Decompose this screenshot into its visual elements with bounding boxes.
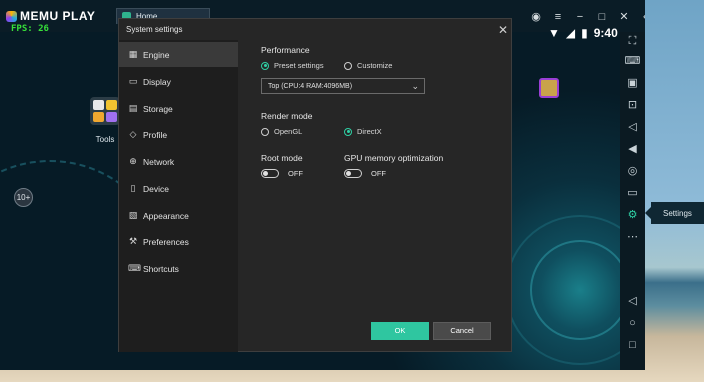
toggle-off-icon <box>344 169 362 178</box>
home-circle-icon[interactable]: ○ <box>620 314 645 332</box>
toggle-off-icon <box>261 169 279 178</box>
sidebar-item-preferences[interactable]: ⚒ Preferences <box>119 229 238 254</box>
recents-icon[interactable]: □ <box>620 336 645 354</box>
memu-logo-icon <box>6 10 17 22</box>
sidebar-item-device[interactable]: ▯ Device <box>119 176 238 201</box>
sidebar-item-label: Network <box>143 157 175 167</box>
sidebar-item-label: Storage <box>143 104 173 114</box>
ok-button[interactable]: OK <box>371 322 429 340</box>
sidebar-item-storage[interactable]: ▤ Storage <box>119 96 238 121</box>
keyboard-icon: ⌨ <box>128 263 141 273</box>
globe-icon: ⊕ <box>129 156 137 166</box>
performance-preset-select[interactable]: Top (CPU:4 RAM:4096MB) ⌄ <box>261 78 425 94</box>
multi-instance-icon[interactable]: ▣ <box>620 74 645 92</box>
radio-opengl[interactable]: OpenGL <box>261 127 302 136</box>
notification-badge[interactable]: 10+ <box>14 188 33 207</box>
storage-icon: ▤ <box>128 103 138 113</box>
maximize-icon[interactable]: □ <box>596 11 608 23</box>
radio-label: Customize <box>357 61 393 70</box>
radio-unchecked-icon <box>261 127 269 136</box>
volume-down-icon[interactable]: ◁ <box>620 118 645 136</box>
fullscreen-icon[interactable]: ⛶ <box>620 32 645 50</box>
dialog-close-icon[interactable]: ✕ <box>498 23 508 37</box>
sidebar-item-label: Engine <box>143 50 170 60</box>
more-icon[interactable]: ⋯ <box>620 228 645 246</box>
keyboard-mapping-icon[interactable]: ⌨ <box>620 52 645 70</box>
gpu-memory-heading: GPU memory optimization <box>344 153 444 163</box>
toggle-state-label: OFF <box>288 169 303 178</box>
settings-tooltip: Settings <box>645 202 704 224</box>
radio-label: Preset settings <box>274 61 324 70</box>
collapse-sidebar-icon[interactable]: « <box>640 11 645 23</box>
close-icon[interactable]: ✕ <box>618 11 630 23</box>
sidebar-item-engine[interactable]: ▦ Engine <box>119 42 238 67</box>
chevron-down-icon: ⌄ <box>411 81 419 91</box>
logo-text: MEMU PLAY <box>20 9 96 23</box>
sidebar-item-label: Preferences <box>143 237 189 247</box>
sidebar-item-label: Profile <box>143 130 168 140</box>
menu-icon[interactable]: ≡ <box>552 11 564 23</box>
tools-folder[interactable]: Tools <box>90 97 120 144</box>
app-logo: MEMU PLAY <box>6 9 95 23</box>
gpu-memory-toggle[interactable]: OFF <box>344 169 386 178</box>
radio-checked-icon <box>344 127 352 136</box>
sidebar-item-label: Appearance <box>143 211 189 221</box>
location-icon[interactable]: ◎ <box>620 162 645 180</box>
install-apk-icon[interactable]: ⊡ <box>620 96 645 114</box>
radio-label: OpenGL <box>274 127 303 136</box>
phone-icon: ▯ <box>130 183 136 193</box>
wifi-icon: ▼ <box>548 26 560 40</box>
radio-preset-settings[interactable]: Preset settings <box>261 61 324 70</box>
minimize-icon[interactable]: − <box>574 11 586 23</box>
sidebar-item-label: Display <box>143 77 171 87</box>
settings-gear-icon[interactable]: ⚙ <box>620 206 645 224</box>
toggle-state-label: OFF <box>371 169 386 178</box>
folder-icon[interactable]: ▭ <box>620 184 645 202</box>
wrench-icon: ⚒ <box>128 236 138 246</box>
sidebar-item-appearance[interactable]: ▧ Appearance <box>119 203 238 228</box>
sidebar-item-network[interactable]: ⊕ Network <box>119 149 238 174</box>
cancel-button[interactable]: Cancel <box>433 322 491 340</box>
root-mode-heading: Root mode <box>261 153 303 163</box>
right-toolbar: ⛶ ⌨ ▣ ⊡ ◁ ◀ ◎ ▭ ⚙ ⋯ ◁ ○ □ <box>620 32 645 370</box>
radio-customize[interactable]: Customize <box>344 61 392 70</box>
account-icon[interactable]: ◉ <box>530 11 542 23</box>
sidebar-item-label: Shortcuts <box>143 264 179 274</box>
radio-unchecked-icon <box>344 61 352 70</box>
select-value: Top (CPU:4 RAM:4096MB) <box>268 83 353 90</box>
radio-label: DirectX <box>357 127 382 136</box>
engine-settings-panel: Performance Preset settings Customize To… <box>238 40 512 352</box>
sidebar-item-profile[interactable]: ◇ Profile <box>119 122 238 147</box>
sidebar-item-label: Device <box>143 184 169 194</box>
sidebar-item-display[interactable]: ▭ Display <box>119 69 238 94</box>
window-controls: ◉ ≡ − □ ✕ « <box>530 11 645 23</box>
performance-heading: Performance <box>261 45 310 55</box>
tools-folder-icon <box>90 97 120 125</box>
radio-checked-icon <box>261 61 269 70</box>
chip-icon: ▦ <box>128 49 138 59</box>
gift-icon[interactable] <box>539 78 559 98</box>
tools-label: Tools <box>95 135 115 144</box>
fps-counter: FPS: 26 <box>11 24 49 34</box>
palette-icon: ▧ <box>128 210 138 220</box>
system-settings-dialog: System settings ✕ ▦ Engine ▭ Display ▤ S… <box>118 18 512 352</box>
radio-directx[interactable]: DirectX <box>344 127 382 136</box>
android-status-bar: ▼ ◢ ▮ 9:40 <box>548 26 618 40</box>
signal-icon: ◢ <box>565 26 576 40</box>
dialog-title: System settings <box>126 25 183 34</box>
tag-icon: ◇ <box>129 129 137 139</box>
sidebar-item-shortcuts[interactable]: ⌨ Shortcuts <box>119 256 238 281</box>
volume-up-icon[interactable]: ◀ <box>620 140 645 158</box>
back-icon[interactable]: ◁ <box>620 292 645 310</box>
render-mode-heading: Render mode <box>261 111 313 121</box>
root-mode-toggle[interactable]: OFF <box>261 169 303 178</box>
clock: 9:40 <box>593 26 618 40</box>
battery-icon: ▮ <box>581 26 588 40</box>
settings-sidebar: ▦ Engine ▭ Display ▤ Storage ◇ Profile ⊕… <box>119 40 238 352</box>
monitor-icon: ▭ <box>128 76 138 86</box>
